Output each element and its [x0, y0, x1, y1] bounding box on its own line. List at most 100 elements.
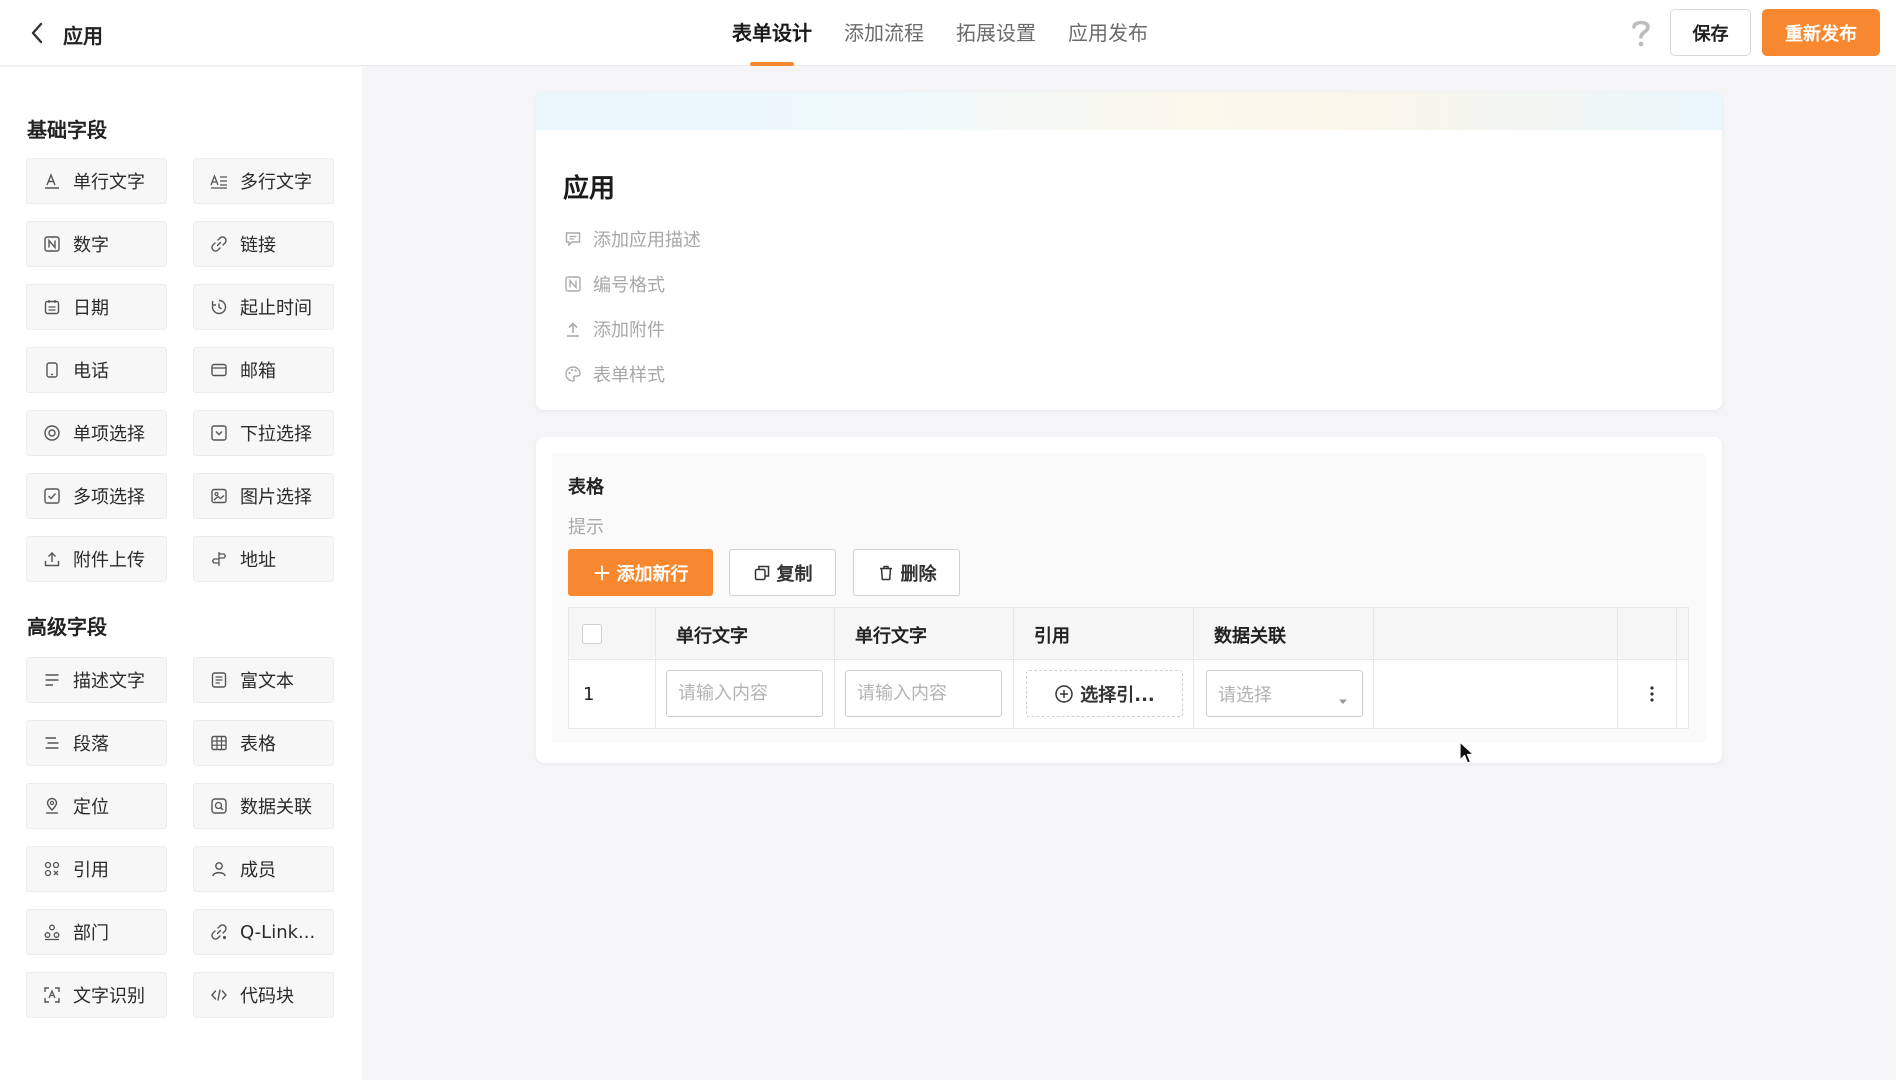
- save-button[interactable]: 保存: [1670, 9, 1751, 56]
- field-single-choice[interactable]: 单项选择: [26, 410, 167, 456]
- field-data-association[interactable]: 数据关联: [193, 783, 334, 829]
- row-more-button[interactable]: [1640, 680, 1664, 708]
- field-text-recognition[interactable]: 文字识别: [26, 972, 167, 1018]
- phone-icon: [41, 359, 63, 381]
- tab-add-process[interactable]: 添加流程: [844, 0, 924, 66]
- field-multi-choice[interactable]: 多项选择: [26, 473, 167, 519]
- member-icon: [208, 858, 230, 880]
- field-address[interactable]: 地址: [193, 536, 334, 582]
- field-description-text[interactable]: 描述文字: [26, 657, 167, 703]
- top-bar: 应用 表单设计 添加流程 拓展设置 应用发布 保存 重新发布: [0, 0, 1896, 66]
- select-reference-button[interactable]: 选择引...: [1026, 670, 1183, 717]
- form-title[interactable]: 应用: [563, 168, 615, 205]
- reference-icon: [41, 858, 63, 880]
- field-date[interactable]: 日期: [26, 284, 167, 330]
- field-code-block[interactable]: 代码块: [193, 972, 334, 1018]
- table-grid: 单行文字 单行文字 引用 数据关联 1 选择引... 请选择: [568, 607, 1689, 729]
- app-title: 应用: [63, 24, 103, 48]
- data-link-icon: [208, 795, 230, 817]
- copy-icon: [753, 564, 771, 582]
- chevron-left-icon: [31, 22, 43, 44]
- field-palette: 基础字段 单行文字 多行文字 数字 链接 日期 起止时间 电话 邮箱 单项选择 …: [0, 67, 362, 1080]
- field-department[interactable]: 部门: [26, 909, 167, 955]
- palette-icon: [563, 364, 583, 384]
- attach-upload-icon: [563, 319, 583, 339]
- form-banner: [536, 92, 1722, 130]
- table-field-card[interactable]: 表格 提示 添加新行 复制 删除 单行文字 单行文字 引用 数据关联 1 选择引…: [536, 437, 1722, 763]
- field-paragraph[interactable]: 段落: [26, 720, 167, 766]
- more-vertical-icon: [1650, 686, 1654, 702]
- field-email[interactable]: 邮箱: [193, 347, 334, 393]
- republish-button[interactable]: 重新发布: [1762, 9, 1880, 56]
- field-member[interactable]: 成员: [193, 846, 334, 892]
- delete-row-button[interactable]: 删除: [853, 549, 960, 596]
- multiline-text-icon: [208, 170, 230, 192]
- field-image-choice[interactable]: 图片选择: [193, 473, 334, 519]
- column-header-data-association: 数据关联: [1214, 626, 1286, 647]
- column-header-reference: 引用: [1034, 626, 1070, 647]
- row-number: 1: [583, 684, 595, 705]
- field-multi-line-text[interactable]: 多行文字: [193, 158, 334, 204]
- code-icon: [208, 984, 230, 1006]
- mouse-cursor-icon: [1459, 741, 1475, 769]
- table-hint: 提示: [568, 517, 604, 538]
- field-q-link[interactable]: Q-Link...: [193, 909, 334, 955]
- number-format[interactable]: 编号格式: [563, 271, 665, 297]
- add-attachment[interactable]: 添加附件: [563, 316, 665, 342]
- comment-icon: [563, 229, 583, 249]
- data-association-select[interactable]: 请选择: [1206, 670, 1363, 717]
- calendar-icon: [41, 296, 63, 318]
- field-time-range[interactable]: 起止时间: [193, 284, 334, 330]
- ocr-icon: [41, 984, 63, 1006]
- main-tabs: 表单设计 添加流程 拓展设置 应用发布: [732, 0, 1180, 66]
- field-location[interactable]: 定位: [26, 783, 167, 829]
- time-range-icon: [208, 296, 230, 318]
- field-phone[interactable]: 电话: [26, 347, 167, 393]
- field-attachment-upload[interactable]: 附件上传: [26, 536, 167, 582]
- advanced-fields-title: 高级字段: [27, 615, 107, 639]
- cell-single-text-input-2[interactable]: [845, 670, 1002, 717]
- field-dropdown[interactable]: 下拉选择: [193, 410, 334, 456]
- add-row-button[interactable]: 添加新行: [568, 549, 713, 596]
- tab-app-publish[interactable]: 应用发布: [1068, 0, 1148, 66]
- caret-down-icon: [1338, 691, 1348, 710]
- location-icon: [41, 795, 63, 817]
- rich-text-icon: [208, 669, 230, 691]
- plus-circle-icon: [1054, 684, 1074, 704]
- field-reference[interactable]: 引用: [26, 846, 167, 892]
- field-single-line-text[interactable]: 单行文字: [26, 158, 167, 204]
- basic-fields-title: 基础字段: [27, 118, 107, 142]
- field-rich-text[interactable]: 富文本: [193, 657, 334, 703]
- cell-single-text-input-1[interactable]: [666, 670, 823, 717]
- field-number[interactable]: 数字: [26, 221, 167, 267]
- table-title: 表格: [568, 477, 604, 498]
- mail-icon: [208, 359, 230, 381]
- tab-form-design[interactable]: 表单设计: [732, 0, 812, 66]
- number-icon: [41, 233, 63, 255]
- upload-icon: [41, 548, 63, 570]
- paragraph-icon: [41, 732, 63, 754]
- field-table[interactable]: 表格: [193, 720, 334, 766]
- help-button[interactable]: [1624, 16, 1658, 50]
- field-link[interactable]: 链接: [193, 221, 334, 267]
- department-icon: [41, 921, 63, 943]
- link-icon: [208, 233, 230, 255]
- form-style[interactable]: 表单样式: [563, 361, 665, 387]
- column-header-single-text-2: 单行文字: [855, 626, 927, 647]
- tab-extension-settings[interactable]: 拓展设置: [956, 0, 1036, 66]
- form-header-card[interactable]: 应用 添加应用描述 编号格式 添加附件 表单样式: [536, 92, 1722, 410]
- copy-row-button[interactable]: 复制: [729, 549, 836, 596]
- description-icon: [41, 669, 63, 691]
- select-all-checkbox[interactable]: [582, 624, 602, 644]
- checkbox-icon: [41, 485, 63, 507]
- dropdown-icon: [208, 422, 230, 444]
- help-icon: [1632, 20, 1650, 47]
- radio-icon: [41, 422, 63, 444]
- plus-icon: [593, 564, 611, 582]
- qlink-icon: [208, 921, 230, 943]
- trash-icon: [877, 564, 895, 582]
- image-icon: [208, 485, 230, 507]
- back-button[interactable]: [22, 18, 52, 48]
- table-icon: [208, 732, 230, 754]
- add-app-description[interactable]: 添加应用描述: [563, 226, 701, 252]
